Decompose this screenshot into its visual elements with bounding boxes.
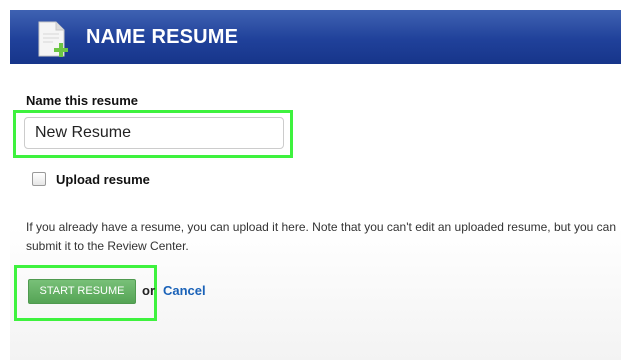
upload-resume-checkbox[interactable]: [32, 172, 46, 186]
upload-resume-label[interactable]: Upload resume: [56, 172, 150, 187]
cancel-link[interactable]: Cancel: [163, 283, 206, 298]
new-document-icon: [37, 20, 69, 60]
start-resume-button[interactable]: START RESUME: [28, 279, 136, 304]
upload-help-text: If you already have a resume, you can up…: [26, 220, 616, 253]
dialog-header: NAME RESUME: [10, 10, 621, 64]
resume-name-label: Name this resume: [26, 93, 138, 108]
or-separator: or: [142, 283, 155, 298]
dialog-title: NAME RESUME: [86, 26, 239, 48]
resume-name-input[interactable]: [24, 117, 284, 149]
